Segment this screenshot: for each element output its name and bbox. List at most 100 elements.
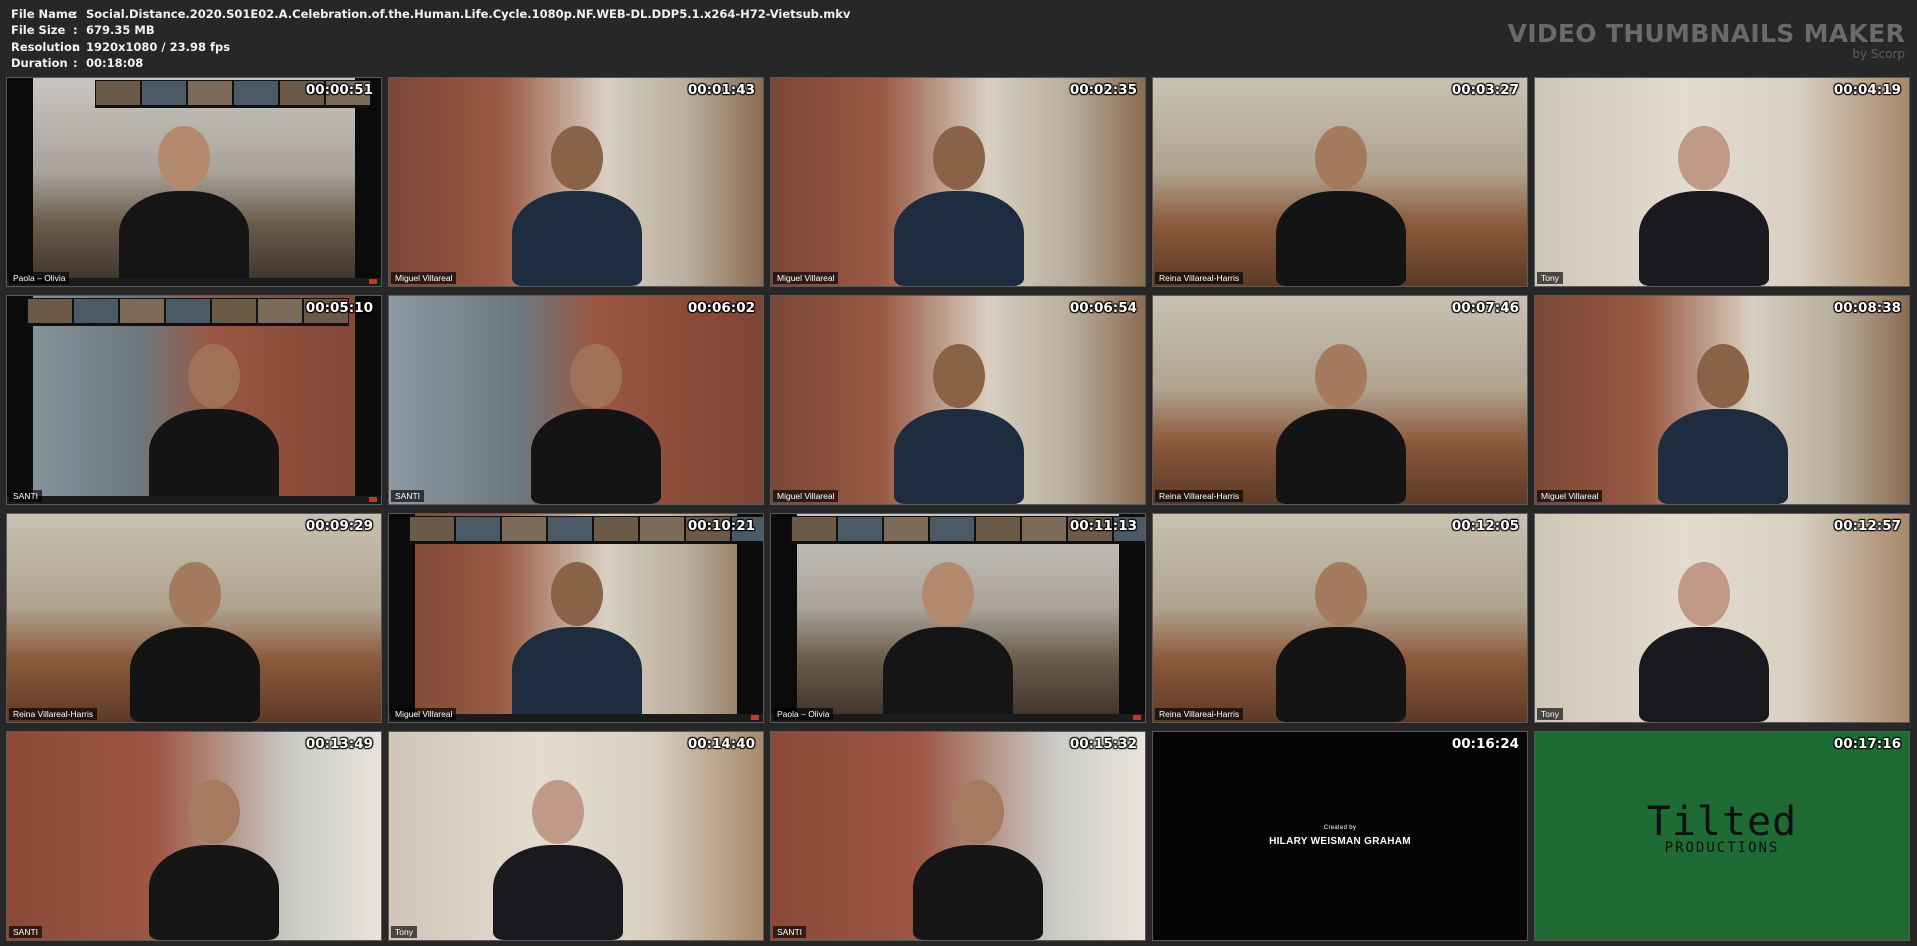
person-figure (118, 191, 249, 286)
thumbnail[interactable]: SANTI 00:13:49 (6, 731, 382, 941)
timestamp: 00:08:38 (1833, 300, 1901, 316)
participant-name-tag: Tony (1537, 272, 1563, 284)
thumbnail[interactable]: Miguel Villareal 00:10:21 (388, 513, 764, 723)
timestamp: 00:09:29 (305, 518, 373, 534)
brand-subtitle: by Scorp (1852, 47, 1905, 61)
person-head (933, 126, 985, 190)
participant-name-tag: Miguel Villareal (1537, 490, 1603, 502)
brand-watermark: VIDEO THUMBNAILS MAKER by Scorp (1508, 20, 1905, 61)
info-sep: : (73, 7, 78, 21)
person-figure (894, 409, 1024, 504)
timestamp: 00:11:13 (1069, 518, 1137, 534)
person-head (1315, 344, 1367, 408)
timestamp: 00:06:02 (687, 300, 755, 316)
person-head (157, 126, 210, 190)
info-key: File Size (11, 23, 66, 38)
thumbnail[interactable]: Reina Villareal-Harris 00:09:29 (6, 513, 382, 723)
letterbox-bar (7, 78, 33, 286)
participant-name-tag: SANTI (391, 490, 425, 502)
person-head (1678, 562, 1731, 626)
timestamp: 00:00:51 (305, 82, 373, 98)
call-controls-bar (7, 496, 381, 504)
thumbnail[interactable]: SANTI 00:15:32 (770, 731, 1146, 941)
info-key: Duration (11, 55, 68, 70)
thumbnail[interactable]: Paola – Olivia 00:00:51 (6, 77, 382, 287)
participant-name-tag: Paola – Olivia (773, 708, 834, 720)
timestamp: 00:07:46 (1451, 300, 1519, 316)
person-figure (512, 627, 642, 722)
thumbnail[interactable]: Tony 00:12:57 (1534, 513, 1910, 723)
timestamp: 00:03:27 (1451, 82, 1519, 98)
info-key: File Name (11, 7, 76, 21)
end-credits: Created by HILARY WEISMAN GRAHAM (1153, 825, 1527, 847)
person-head (187, 344, 240, 408)
participant-name-tag: Reina Villareal-Harris (1155, 490, 1244, 502)
participant-name-tag: Paola – Olivia (9, 272, 70, 284)
participant-name-tag: SANTI (773, 926, 807, 938)
timestamp: 00:06:54 (1069, 300, 1137, 316)
person-figure (148, 845, 279, 940)
letterbox-bar (389, 514, 415, 722)
info-row-resolution: Resolution : 1920x1080 / 23.98 fps (11, 39, 850, 55)
thumbnail[interactable]: Paola – Olivia 00:11:13 (770, 513, 1146, 723)
participant-name-tag: Reina Villareal-Harris (1155, 272, 1244, 284)
person-figure (912, 845, 1043, 940)
file-info: File Name : Social.Distance.2020.S01E02.… (11, 6, 850, 71)
person-figure (1276, 409, 1406, 504)
person-figure (882, 627, 1013, 722)
thumbnail[interactable]: Reina Villareal-Harris 00:03:27 (1152, 77, 1528, 287)
participant-name-tag: Miguel Villareal (391, 272, 457, 284)
info-value: Social.Distance.2020.S01E02.A.Celebratio… (86, 7, 851, 21)
thumbnail[interactable]: Miguel Villareal 00:06:54 (770, 295, 1146, 505)
person-figure (493, 845, 624, 940)
letterbox-bar (355, 296, 381, 504)
person-head (1315, 562, 1367, 626)
person-head (921, 562, 974, 626)
thumbnail[interactable]: Miguel Villareal 00:08:38 (1534, 295, 1910, 505)
thumbnail[interactable]: SANTI 00:05:10 (6, 295, 382, 505)
participant-name-tag: SANTI (9, 490, 43, 502)
thumbnail[interactable]: Reina Villareal-Harris 00:07:46 (1152, 295, 1528, 505)
participant-name-tag: Reina Villareal-Harris (1155, 708, 1244, 720)
participant-name-tag: Tony (391, 926, 417, 938)
info-row-duration: Duration : 00:18:08 (11, 55, 850, 71)
person-head (951, 780, 1004, 844)
person-head (569, 344, 622, 408)
person-figure (1639, 191, 1770, 286)
person-head (187, 780, 240, 844)
timestamp: 00:05:10 (305, 300, 373, 316)
thumbnail[interactable]: SANTI 00:06:02 (388, 295, 764, 505)
person-figure (1276, 627, 1406, 722)
thumbnail[interactable]: Miguel Villareal 00:01:43 (388, 77, 764, 287)
thumbnail[interactable]: Created by HILARY WEISMAN GRAHAM 00:16:24 (1152, 731, 1528, 941)
letterbox-bar (355, 78, 381, 286)
timestamp: 00:17:16 (1833, 736, 1901, 752)
participant-name-tag: Miguel Villareal (773, 272, 839, 284)
timestamp: 00:15:32 (1069, 736, 1137, 752)
person-figure (1276, 191, 1406, 286)
participant-gallery-strip (27, 298, 349, 326)
logo-main-text: Tilted (1646, 799, 1798, 845)
person-head (551, 126, 603, 190)
thumbnail[interactable]: Tony 00:04:19 (1534, 77, 1910, 287)
thumbnail[interactable]: Tilted PRODUCTIONS 00:17:16 (1534, 731, 1910, 941)
person-figure (530, 409, 661, 504)
person-head (532, 780, 585, 844)
person-figure (894, 191, 1024, 286)
person-figure (512, 191, 642, 286)
timestamp: 00:14:40 (687, 736, 755, 752)
info-row-file-size: File Size : 679.35 MB (11, 22, 850, 38)
thumbnail[interactable]: Tony 00:14:40 (388, 731, 764, 941)
timestamp: 00:16:24 (1451, 736, 1519, 752)
person-figure (148, 409, 279, 504)
info-sep: : (73, 39, 78, 54)
thumbnail[interactable]: Miguel Villareal 00:02:35 (770, 77, 1146, 287)
info-value: 1920x1080 / 23.98 fps (86, 39, 231, 54)
info-sep: : (73, 23, 78, 38)
production-logo: Tilted PRODUCTIONS (1535, 802, 1909, 856)
thumbnail[interactable]: Reina Villareal-Harris 00:12:05 (1152, 513, 1528, 723)
brand-title: VIDEO THUMBNAILS MAKER (1507, 19, 1905, 48)
logo-sub-text: PRODUCTIONS (1664, 840, 1780, 856)
info-value: 679.35 MB (86, 23, 155, 38)
person-head (169, 562, 221, 626)
